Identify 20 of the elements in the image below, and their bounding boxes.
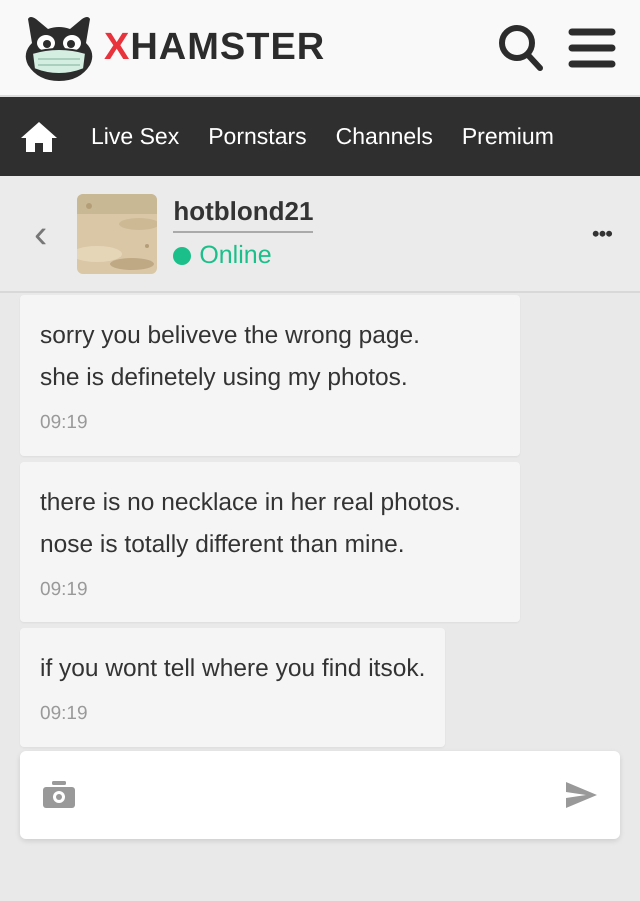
message-time: 09:19 bbox=[40, 578, 89, 602]
message-text: if you wont tell where you find itsok. bbox=[40, 654, 426, 684]
search-icon[interactable] bbox=[498, 24, 544, 72]
message-input-field[interactable] bbox=[20, 750, 620, 838]
home-icon[interactable] bbox=[20, 120, 58, 152]
menu-icon[interactable] bbox=[568, 28, 616, 68]
message-text: sorry you beliveve the wrong page. she is definetely using my photos. bbox=[40, 321, 421, 393]
status-text: Online bbox=[199, 240, 272, 272]
nav-link-item[interactable]: Channels bbox=[336, 119, 433, 154]
message-text: there is no necklace in her real photos. nose is totally different than mine. bbox=[40, 488, 462, 560]
back-button[interactable]: ‹ bbox=[28, 214, 54, 254]
nav-link-item[interactable]: Live Sex bbox=[91, 119, 180, 154]
nav-link-item[interactable]: Premium bbox=[462, 119, 554, 154]
message-time: 09:19 bbox=[40, 411, 89, 435]
camera-icon[interactable] bbox=[42, 780, 76, 808]
send-icon[interactable] bbox=[564, 780, 598, 808]
nav-link-item[interactable]: Pornstars bbox=[208, 119, 307, 154]
username-link[interactable]: hotblond21 bbox=[173, 192, 314, 234]
message-time: 09:19 bbox=[40, 702, 89, 726]
more-button[interactable]: ••• bbox=[586, 216, 618, 251]
